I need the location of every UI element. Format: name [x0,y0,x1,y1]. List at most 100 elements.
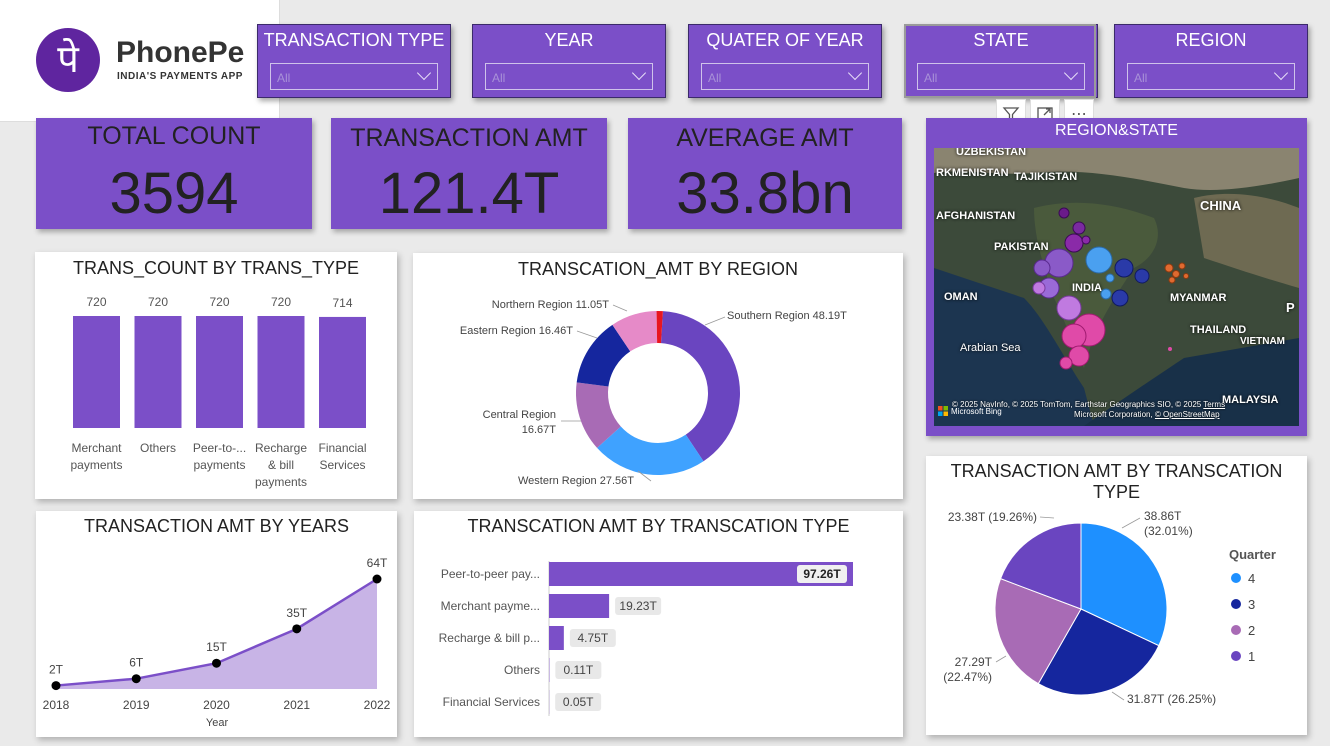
category-label: Peer-to-peer pay... [441,567,540,581]
bing-label: Microsoft Bing [951,406,1002,416]
category-label: Financial Services [443,695,540,709]
donut-data-label: Western Region 27.56T [518,475,634,487]
leader-line [995,655,1007,663]
slicer-title: REGION [1175,30,1247,50]
leader-line [704,316,726,326]
line-point[interactable] [212,658,221,668]
x-tick-label: 2018 [43,698,70,712]
map-bubble [1085,246,1113,274]
line-point[interactable] [51,681,61,691]
legend-marker[interactable] [1231,651,1241,661]
count-by-type-chart[interactable]: 720 Merchant payments 720 Others 720 Peer-to-.… [35,252,397,499]
category-label: Others [504,663,540,677]
bubble-group-eastern [1085,246,1150,307]
amt-by-years-chart[interactable]: 2T 2018 6T 2019 15T 2020 35T 2021 64T 2022 Year [36,511,397,737]
map-bubble [1164,263,1174,273]
slicer-title: QUATER OF YEAR [706,30,864,50]
donut-data-label: Southern Region 48.19T [727,310,847,322]
bar-data-label: 0.05T [563,695,594,709]
pie-data-label: (22.47%) [943,670,992,684]
year-dropdown[interactable]: All [485,63,653,90]
donut-data-label: Central Region [483,409,556,421]
amt-by-type-bar-chart[interactable]: Peer-to-peer pay... 97.26T Merchant payme.… [414,511,903,737]
category-label: payments [193,458,245,472]
chevron-down-icon [847,65,863,81]
map-bubble [1100,288,1112,300]
amt-by-type-bar-card: TRANSCATION AMT BY TRANSCATION TYPE Peer… [414,511,903,737]
dashboard-page: पे PhonePe INDIA'S PAYMENTS APP TRANSACT… [0,0,1330,746]
quarter-dropdown[interactable]: All [701,63,869,90]
leader-line [1121,517,1141,529]
category-label: payments [70,458,122,472]
bar-data-label: 0.11T [563,663,593,677]
x-tick-label: 2022 [364,698,391,712]
bubble-map[interactable]: UZBEKISTAN RKMENISTAN TAJIKISTAN AFGHANI… [934,148,1299,426]
bar[interactable] [257,316,305,428]
legend-label: 4 [1248,571,1255,586]
terms-link[interactable]: Terms [1203,400,1225,409]
amt-by-quarter-chart[interactable]: 38.86T(32.01%) 31.87T (26.25%) 27.29T(22.4… [926,456,1307,735]
dropdown-value: All [492,71,506,85]
bar-data-label: 720 [148,295,168,309]
bar[interactable] [549,594,610,618]
donut-slice[interactable] [660,311,740,462]
legend-label: 1 [1248,649,1255,664]
dropdown-value: All [277,71,291,85]
category-label: Merchant payme... [441,599,540,613]
map-bubble [1134,268,1150,284]
map-bubble [1061,323,1087,349]
amt-by-region-card: TRANSCATION_AMT BY REGION Southern Regio… [413,253,903,499]
category-label: Financial [318,441,366,455]
category-label: & bill [268,458,294,472]
dropdown-value: All [924,71,938,85]
legend-marker[interactable] [1231,573,1241,583]
bar-data-label: 720 [209,295,229,309]
amt-by-region-chart[interactable]: Southern Region 48.19T Western Region 27.… [413,253,903,499]
point-data-label: 64T [367,556,388,570]
point-data-label: 35T [286,606,307,620]
slicer-transaction-type: TRANSACTION TYPE All [257,24,451,98]
bar-data-label: 714 [332,296,352,310]
donut-data-label: Northern Region 11.05T [492,299,609,311]
map-bubble [1072,221,1086,235]
pie-data-label: 27.29T [955,655,993,669]
point-data-label: 6T [129,656,144,670]
map-bubble [1172,270,1180,278]
leader-line [1039,516,1055,519]
transaction-type-dropdown[interactable]: All [270,63,438,90]
line-point[interactable] [372,574,382,584]
phonepe-logo-icon: पे [36,28,100,92]
kpi-title: TOTAL COUNT [87,122,261,150]
count-by-type-card: TRANS_COUNT BY TRANS_TYPE 720 Merchant pay… [35,252,397,499]
slicer-title: TRANSACTION TYPE [263,30,445,50]
chevron-down-icon [1063,65,1079,81]
legend-marker[interactable] [1231,625,1241,635]
x-tick-label: 2019 [123,698,150,712]
bar[interactable] [196,316,243,428]
region-state-map-card: REGION&STATE UZBEKISTAN RKMENISTAN TAJIK… [926,118,1307,436]
bar[interactable] [319,316,366,428]
region-dropdown[interactable]: All [1127,63,1295,90]
map-bubble [1059,356,1073,370]
line-point[interactable] [131,674,141,684]
kpi-value: 33.8bn [676,161,854,226]
bar[interactable] [134,316,182,428]
bar[interactable] [73,316,120,428]
legend-label: 2 [1248,623,1255,638]
osm-link[interactable]: © OpenStreetMap [1155,410,1220,419]
bubble-group-southern [1059,313,1172,370]
bar[interactable] [549,626,564,650]
line-point[interactable] [292,624,302,634]
state-dropdown[interactable]: All [917,63,1085,90]
map-bubble [1114,258,1134,278]
category-label: payments [255,475,307,489]
pie-data-label: 23.38T (19.26%) [948,510,1037,524]
donut-data-label: Eastern Region 16.46T [460,325,573,337]
slicer-region: REGION All [1114,24,1308,98]
map-bubble [1111,289,1129,307]
legend-marker[interactable] [1231,599,1241,609]
bar-data-label: 720 [271,295,291,309]
x-tick-label: 2021 [283,698,310,712]
slicer-quarter: QUATER OF YEAR All [688,24,882,98]
chevron-down-icon [1273,65,1289,81]
